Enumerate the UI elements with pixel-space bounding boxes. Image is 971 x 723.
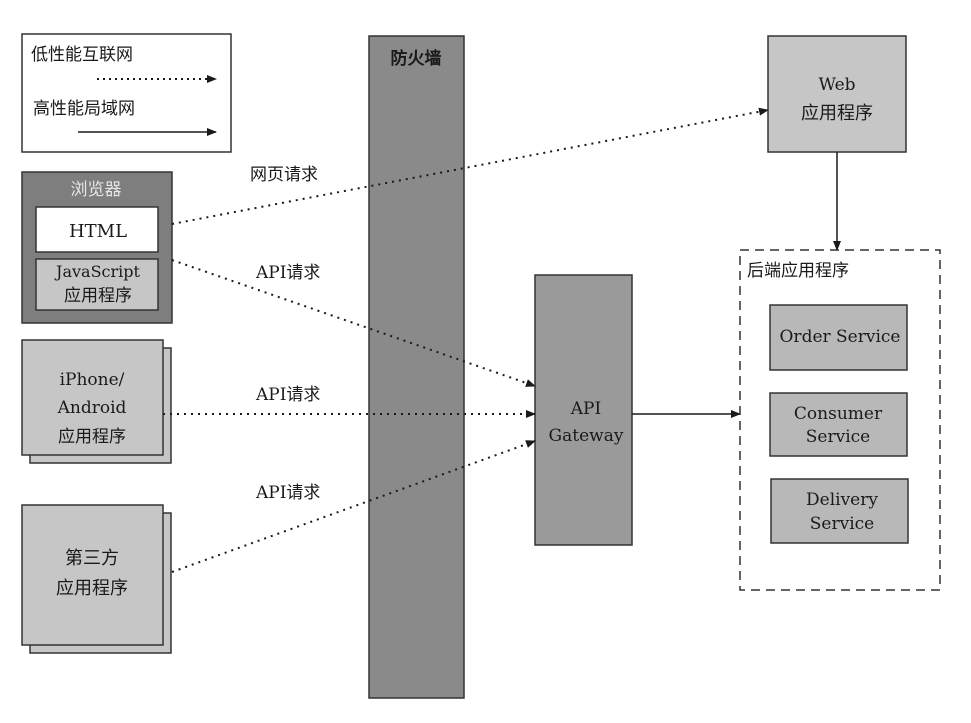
legend-low-perf-label: 低性能互联网 [31, 45, 133, 65]
js-app-line2: 应用程序 [64, 286, 132, 306]
third-party-api-request-label: API请求 [255, 483, 320, 503]
third-party-api-request-arrow [171, 440, 536, 573]
js-api-request-arrow [171, 259, 536, 387]
api-gateway-node: API Gateway [534, 274, 633, 546]
web-app-line1: Web [818, 75, 855, 95]
js-api-request-label: API请求 [255, 263, 320, 283]
mobile-app-node: iPhone/ Android 应用程序 [21, 339, 172, 464]
delivery-service-line2: Service [810, 514, 874, 534]
consumer-service: Consumer Service [769, 392, 908, 457]
web-app-line2: 应用程序 [801, 103, 873, 124]
browser-label: 浏览器 [71, 180, 122, 200]
backend-group: 后端应用程序 Order Service Consumer Service De… [739, 249, 941, 591]
js-app-line1: JavaScript [54, 262, 140, 281]
legend: 低性能互联网 高性能局域网 [21, 33, 232, 153]
order-service: Order Service [769, 304, 908, 371]
web-request-label: 网页请求 [250, 165, 318, 185]
mobile-line3: 应用程序 [58, 427, 126, 447]
delivery-service: Delivery Service [770, 478, 909, 544]
order-service-label: Order Service [780, 327, 901, 347]
mobile-line1: iPhone/ [60, 370, 125, 390]
legend-high-perf-label: 高性能局域网 [33, 99, 135, 119]
consumer-service-line2: Service [806, 427, 870, 447]
delivery-service-line1: Delivery [806, 490, 878, 510]
browser-node: 浏览器 HTML JavaScript 应用程序 [21, 171, 173, 324]
web-app-node: Web 应用程序 [767, 35, 907, 153]
mobile-api-request-label: API请求 [255, 385, 320, 405]
mobile-line2: Android [57, 398, 127, 418]
third-party-line1: 第三方 [65, 548, 119, 569]
third-party-line2: 应用程序 [56, 578, 128, 599]
architecture-diagram: 低性能互联网 高性能局域网 防火墙 浏览器 HTML JavaScript 应用… [21, 33, 941, 699]
api-gateway-line2: Gateway [549, 426, 624, 446]
api-gateway-line1: API [570, 399, 601, 419]
firewall-label: 防火墙 [391, 48, 442, 69]
third-party-app-node: 第三方 应用程序 [21, 504, 172, 654]
backend-label: 后端应用程序 [747, 261, 849, 281]
consumer-service-line1: Consumer [794, 404, 883, 424]
html-label: HTML [69, 221, 127, 242]
request-edges: 网页请求 API请求 API请求 API请求 [163, 107, 769, 573]
firewall: 防火墙 [368, 35, 465, 699]
